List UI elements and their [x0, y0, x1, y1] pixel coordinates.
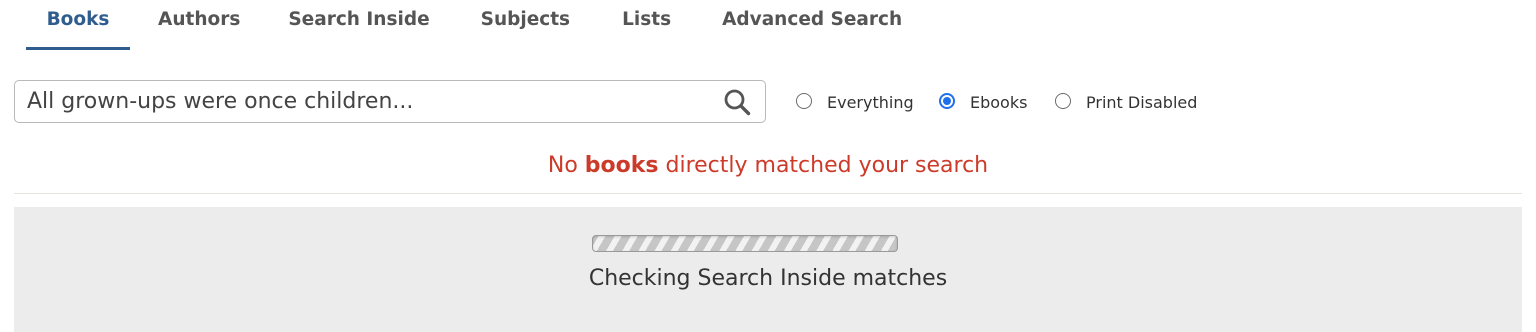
no-results-prefix: No	[547, 153, 585, 178]
tab-subjects[interactable]: Subjects	[481, 0, 570, 50]
radio-everything-label: Everything	[827, 93, 914, 112]
radio-print-disabled-label: Print Disabled	[1086, 93, 1198, 112]
radio-ebooks[interactable]: Ebooks	[939, 91, 1055, 112]
tab-authors[interactable]: Authors	[158, 0, 240, 50]
no-results-emphasis: books	[584, 153, 659, 178]
no-results-message: No books directly matched your search	[0, 153, 1536, 178]
search-mode-radio-group: Everything Ebooks Print Disabled	[796, 91, 1198, 112]
radio-ebooks-circle[interactable]	[939, 92, 955, 109]
radio-everything[interactable]: Everything	[796, 91, 939, 112]
search-inside-status: Checking Search Inside matches	[588, 266, 948, 291]
search-results-page: Books Authors Search Inside Subjects Lis…	[0, 0, 1536, 332]
search-input[interactable]	[27, 81, 707, 122]
tab-books[interactable]: Books	[26, 0, 130, 50]
search-submit-button[interactable]	[723, 88, 751, 116]
radio-everything-circle[interactable]	[796, 92, 812, 109]
search-tabs: Books Authors Search Inside Subjects Lis…	[26, 0, 902, 50]
tab-lists[interactable]: Lists	[622, 0, 671, 50]
radio-ebooks-label: Ebooks	[970, 93, 1028, 112]
no-results-suffix: directly matched your search	[658, 153, 989, 178]
search-box	[14, 80, 766, 123]
radio-print-disabled[interactable]: Print Disabled	[1055, 91, 1198, 112]
loading-progress-bar	[592, 235, 898, 252]
tab-search-inside[interactable]: Search Inside	[288, 0, 429, 50]
search-icon	[724, 89, 751, 116]
search-inside-panel: Checking Search Inside matches	[14, 207, 1522, 332]
radio-print-disabled-circle[interactable]	[1055, 92, 1071, 109]
tab-advanced-search[interactable]: Advanced Search	[722, 0, 902, 50]
divider	[14, 193, 1522, 194]
